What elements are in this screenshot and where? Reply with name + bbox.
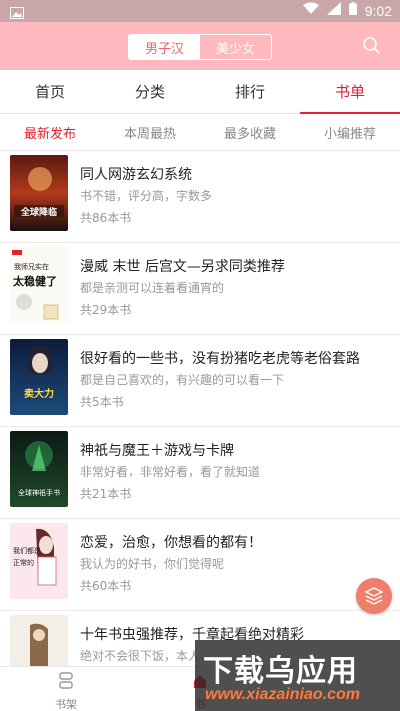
- list-item[interactable]: 全球降临 同人网游玄幻系统 书不错，评分高，字数多 共86本书: [0, 150, 400, 242]
- subtab-weekly-hot[interactable]: 本周最热: [100, 114, 200, 150]
- list-item[interactable]: 我们都是 正常的 恋爱，治愈，你想看的都有！ 我认为的好书，你们觉得呢 共60本…: [0, 518, 400, 610]
- search-icon[interactable]: [362, 36, 382, 56]
- gender-option-male[interactable]: 男子汉: [129, 35, 200, 59]
- booklist-desc: 书不错，评分高，字数多: [80, 189, 213, 203]
- list-item[interactable]: 全球神祇手书 神祇与魔王＋游戏与卡牌 非常好看，非常好看，看了就知道 共21本书: [0, 426, 400, 518]
- booklist-count: 共29本书: [80, 303, 132, 317]
- tab-ranking[interactable]: 排行: [200, 70, 300, 113]
- cover-title: 全球降临: [20, 206, 57, 218]
- svg-text:卖大力: 卖大力: [24, 387, 54, 400]
- signal-icon: [326, 2, 341, 19]
- tab-home[interactable]: 首页: [0, 70, 100, 113]
- layers-icon[interactable]: [356, 578, 392, 614]
- svg-text:太稳健了: 太稳健了: [12, 274, 57, 288]
- subtab-most-favorited[interactable]: 最多收藏: [200, 114, 300, 150]
- booklist-desc: 绝对不会很下饭，本人: [80, 649, 201, 663]
- booklist-title: 神祇与魔王＋游戏与卡牌: [80, 443, 234, 459]
- book-cover: 全球降临: [10, 155, 68, 231]
- booklist-desc: 我认为的好书，你们觉得呢: [80, 557, 225, 571]
- book-cover: 我师兄实在 太稳健了: [10, 247, 68, 323]
- tab-booklist[interactable]: 书单: [300, 70, 400, 114]
- nav-bookshelf-label: 书架: [55, 698, 77, 711]
- subtab-latest[interactable]: 最新发布: [0, 114, 100, 150]
- svg-text:全球神祇手书: 全球神祇手书: [18, 488, 60, 497]
- watermark: 下载乌应用 www.xiazainiao.com: [195, 640, 400, 711]
- battery-icon: [348, 2, 357, 19]
- subtab-editor-picks[interactable]: 小编推荐: [300, 114, 400, 150]
- booklist-count: 共60本书: [80, 579, 132, 593]
- gender-option-female[interactable]: 美少女: [200, 35, 271, 59]
- svg-text:我师兄实在: 我师兄实在: [14, 262, 49, 271]
- tab-category[interactable]: 分类: [100, 70, 200, 113]
- booklist-desc: 都是亲测可以连着看通宵的: [80, 281, 225, 295]
- booklist-title: 漫威 末世 后宫文—另求同类推荐: [80, 259, 285, 275]
- watermark-url: www.xiazainiao.com: [205, 686, 361, 703]
- main-tabs: 首页 分类 排行 书单: [0, 70, 400, 114]
- gallery-notification-icon: [10, 4, 24, 23]
- wifi-icon: [302, 2, 319, 19]
- booklist-title: 恋爱，治愈，你想看的都有！: [80, 535, 262, 551]
- book-cover: 卖大力: [10, 339, 68, 415]
- booklist-title: 同人网游玄幻系统: [80, 167, 192, 183]
- gender-toggle: 男子汉 美少女: [128, 34, 272, 60]
- book-cover: 全球神祇手书: [10, 431, 68, 507]
- svg-text:我们都是: 我们都是: [13, 546, 41, 555]
- nav-bookshelf[interactable]: 书架: [36, 671, 96, 711]
- clock: 9:02: [364, 2, 392, 19]
- booklist-title: 很好看的一些书，没有扮猪吃老虎等老俗套路: [80, 351, 360, 367]
- bookshelf-icon: [36, 671, 96, 694]
- booklist-count: 共5本书: [80, 395, 124, 409]
- svg-text:正常的: 正常的: [13, 558, 34, 567]
- watermark-brand: 下载乌应用: [203, 654, 358, 689]
- sort-tabs: 最新发布 本周最热 最多收藏 小编推荐: [0, 114, 400, 150]
- app-header: 男子汉 美少女: [0, 22, 400, 70]
- list-item[interactable]: 卖大力 很好看的一些书，没有扮猪吃老虎等老俗套路 都是自己喜欢的，有兴趣的可以看…: [0, 334, 400, 426]
- status-bar: 9:02: [0, 0, 400, 22]
- booklist-count: 共21本书: [80, 487, 132, 501]
- list-item[interactable]: 我师兄实在 太稳健了 漫威 末世 后宫文—另求同类推荐 都是亲测可以连着看通宵的…: [0, 242, 400, 334]
- booklist-desc: 都是自己喜欢的，有兴趣的可以看一下: [80, 373, 285, 387]
- booklist-desc: 非常好看，非常好看，看了就知道: [80, 465, 261, 479]
- booklist-count: 共86本书: [80, 211, 132, 225]
- book-cover: 我们都是 正常的: [10, 523, 68, 599]
- booklist-list: 全球降临 同人网游玄幻系统 书不错，评分高，字数多 共86本书 我师兄实在 太稳…: [0, 150, 400, 702]
